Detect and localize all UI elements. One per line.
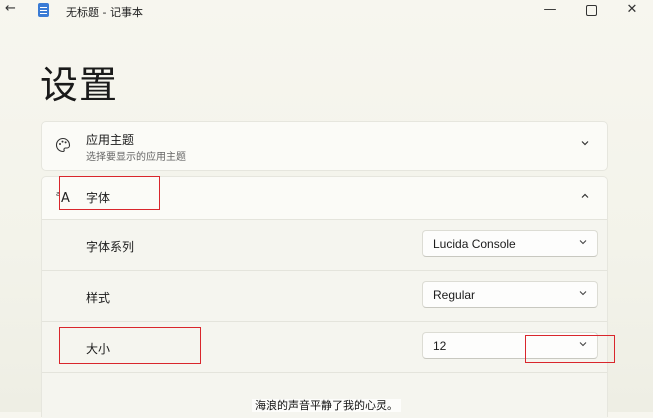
- chevron-up-icon[interactable]: [580, 191, 590, 204]
- font-style-value: Regular: [433, 288, 476, 302]
- font-style-label: 样式: [86, 291, 111, 305]
- maximize-icon: [585, 5, 597, 16]
- font-style-dropdown[interactable]: Regular: [422, 281, 598, 308]
- minimize-button[interactable]: —: [530, 0, 570, 20]
- chevron-down-icon[interactable]: [580, 138, 590, 151]
- maximize-button[interactable]: [571, 0, 611, 20]
- subtitle-caption: 海浪的声音平静了我的心灵。: [0, 397, 653, 413]
- chevron-down-icon: [578, 237, 588, 250]
- font-size-value: 12: [433, 339, 447, 353]
- title-bar: ← 无标题 - 记事本 — ✕: [0, 0, 653, 22]
- font-family-value: Lucida Console: [433, 237, 516, 251]
- page-title: 设置: [40, 63, 119, 107]
- app-theme-setting[interactable]: 应用主题 选择要显示的应用主题: [41, 121, 608, 171]
- palette-icon: [55, 137, 71, 157]
- chevron-down-icon: [578, 288, 588, 301]
- app-theme-subtitle: 选择要显示的应用主题: [86, 152, 186, 163]
- highlight-box-size: [59, 327, 201, 364]
- caption-text: 海浪的声音平静了我的心灵。: [252, 399, 401, 412]
- font-family-label: 字体系列: [86, 240, 135, 254]
- notepad-icon: [38, 3, 49, 17]
- highlight-box-font: [59, 176, 160, 210]
- font-setting: aA 字体 字体系列 Lucida Console 样式 Regular 大小 …: [41, 176, 608, 418]
- font-family-row: 字体系列 Lucida Console: [42, 219, 607, 271]
- font-family-dropdown[interactable]: Lucida Console: [422, 230, 598, 257]
- window-title: 无标题 - 记事本: [66, 6, 143, 19]
- back-button[interactable]: ←: [5, 1, 16, 16]
- font-style-row: 样式 Regular: [42, 270, 607, 322]
- close-button[interactable]: ✕: [612, 0, 652, 20]
- app-theme-title: 应用主题: [86, 133, 135, 147]
- highlight-box-size-dropdown: [525, 335, 615, 363]
